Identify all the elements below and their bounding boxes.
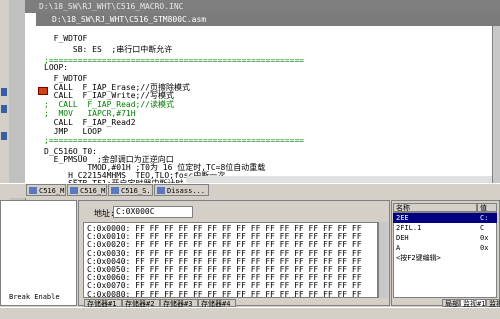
address-label: 地址:	[94, 209, 115, 218]
tab-locals[interactable]: 局部	[442, 299, 460, 308]
panel-marker	[1, 88, 7, 96]
watch-col-name[interactable]: 名称	[393, 203, 477, 212]
task-label: C516_S...	[121, 187, 152, 195]
asm-file-icon	[29, 187, 37, 194]
tab-memory-2[interactable]: 存储器#2	[122, 299, 160, 308]
asm-file-icon	[111, 187, 119, 194]
task-button-4[interactable]: Disass...	[154, 184, 209, 196]
disassembly-icon	[157, 187, 165, 194]
code-line[interactable]: LOOP:	[44, 62, 68, 73]
address-input[interactable]: C:0X000C	[113, 206, 193, 218]
watch-row[interactable]: 2EE C:	[393, 213, 497, 223]
break-enable-label: Break Enable	[9, 293, 60, 301]
memory-vscrollbar[interactable]	[378, 222, 388, 298]
status-bar	[0, 307, 500, 319]
asm-file-icon	[70, 187, 78, 194]
watch-col-value[interactable]: 值	[477, 203, 497, 212]
task-button-2[interactable]: C516_M...	[67, 184, 107, 196]
editor-vscrollbar[interactable]	[492, 26, 500, 183]
task-label: C516_M...	[39, 187, 65, 195]
code-line[interactable]: ;=======================================…	[44, 55, 304, 66]
watch-row-value: 0x	[480, 244, 489, 252]
back-window-title[interactable]: D:\18_SW\RJ_WHT\C516_MACRO.INC	[25, 0, 500, 13]
editor-window-title[interactable]: D:\18_SW\RJ_WHT\C516_STM800C.asm	[36, 13, 500, 26]
memory-tabs: 存储器#1 存储器#2 存储器#3 存储器#4	[84, 299, 386, 308]
memory-dump-area[interactable]: C:0x0000: FF FF FF FF FF FF FF FF FF FF …	[83, 222, 378, 298]
watch-row[interactable]: 2FIL.1 C	[393, 223, 497, 233]
tab-memory-3[interactable]: 存储器#3	[160, 299, 198, 308]
breakpoint-panel: Break Enable	[0, 200, 77, 306]
tab-memory-1[interactable]: 存储器#1	[84, 299, 122, 308]
panel-marker	[1, 105, 7, 113]
code-line[interactable]: SB: ES ;串行口中断允许	[44, 44, 172, 55]
project-panel-strip	[9, 0, 26, 200]
watch-row-value: 0x	[480, 234, 489, 242]
watch-row-value: C:	[480, 214, 489, 222]
watch-row[interactable]: DEH 0x	[393, 233, 497, 243]
watch-row-name: <按F2键编辑>	[396, 254, 441, 262]
watch-row-name: A	[396, 244, 401, 252]
code-line[interactable]: ;=======================================…	[44, 135, 304, 146]
watch-row-name: 2EE	[396, 214, 409, 222]
task-button-1[interactable]: C516_M...	[26, 184, 66, 196]
panel-marker	[1, 132, 7, 140]
task-button-3[interactable]: C516_S...	[108, 184, 153, 196]
memory-row[interactable]: C:0x0080: FF FF FF FF FF FF FF FF FF FF …	[87, 290, 362, 297]
tab-memory-4[interactable]: 存储器#4	[198, 299, 236, 308]
tab-watch-2[interactable]: 监视#2	[486, 299, 500, 308]
task-label: C516_M...	[80, 187, 106, 195]
watch-row-name: DEH	[396, 234, 409, 242]
task-label: Disass...	[167, 187, 205, 195]
watch-row-value: C	[480, 224, 485, 232]
tab-watch-1[interactable]: 监视#1	[460, 299, 486, 308]
watch-row[interactable]: <按F2键编辑>	[393, 253, 497, 263]
editor-hscrollbar[interactable]	[186, 176, 492, 183]
execution-arrow-icon	[38, 87, 48, 95]
watch-row[interactable]: A 0x	[393, 243, 497, 253]
watch-row-name: 2FIL.1	[396, 224, 422, 232]
code-line[interactable]: F_WDTOF	[44, 33, 88, 44]
